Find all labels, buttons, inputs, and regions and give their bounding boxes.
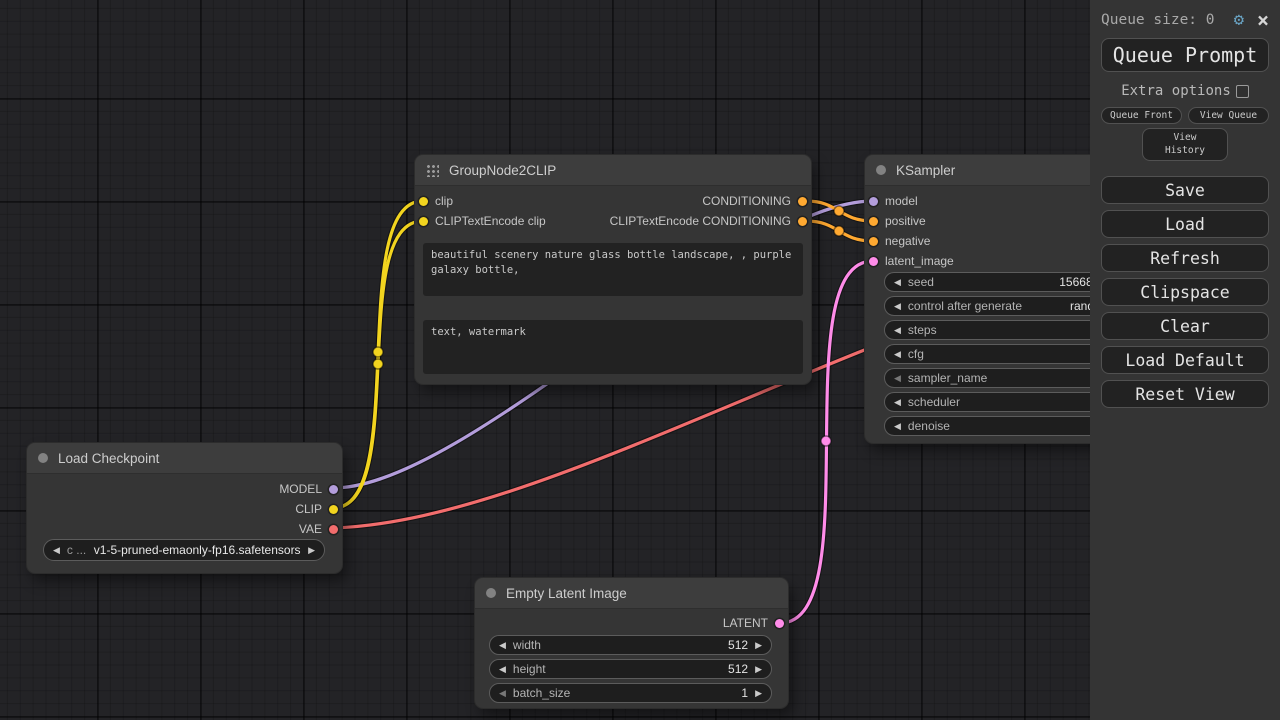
- clipspace-button[interactable]: Clipspace: [1101, 278, 1269, 306]
- node-header[interactable]: Load Checkpoint: [27, 443, 342, 474]
- port-dot-vae[interactable]: [329, 525, 338, 534]
- input-port-clip[interactable]: clip: [419, 194, 453, 208]
- settings-gear-icon[interactable]: ⚙: [1234, 10, 1244, 30]
- port-dot-model[interactable]: [869, 197, 878, 206]
- view-queue-button[interactable]: View Queue: [1188, 107, 1269, 124]
- load-button[interactable]: Load: [1101, 210, 1269, 238]
- node-groupnode2clip[interactable]: GroupNode2CLIP clip CONDITIONING CLIPTex…: [415, 155, 811, 384]
- decrement-arrow-icon[interactable]: ◀: [894, 373, 901, 384]
- height-widget[interactable]: ◀ height 512 ▶: [489, 659, 772, 679]
- decrement-arrow-icon[interactable]: ◀: [894, 277, 901, 288]
- positive-prompt-textarea[interactable]: beautiful scenery nature glass bottle la…: [423, 243, 803, 296]
- port-dot-conditioning[interactable]: [869, 237, 878, 246]
- output-port-clip[interactable]: CLIP: [295, 502, 338, 516]
- extra-options-label: Extra options: [1121, 83, 1231, 99]
- collapse-dot-icon[interactable]: [876, 165, 886, 175]
- port-dot-clip[interactable]: [419, 197, 428, 206]
- output-port-model[interactable]: MODEL: [279, 482, 338, 496]
- decrement-arrow-icon[interactable]: ◀: [499, 640, 506, 651]
- input-port-negative[interactable]: negative: [869, 234, 930, 248]
- increment-arrow-icon[interactable]: ▶: [755, 640, 762, 651]
- port-dot-model[interactable]: [329, 485, 338, 494]
- queue-prompt-button[interactable]: Queue Prompt: [1101, 38, 1269, 72]
- increment-arrow-icon[interactable]: ▶: [755, 664, 762, 675]
- port-dot-latent[interactable]: [869, 257, 878, 266]
- group-grid-icon[interactable]: [426, 164, 439, 177]
- node-title: KSampler: [896, 163, 955, 178]
- port-dot-clip[interactable]: [419, 217, 428, 226]
- port-dot-conditioning[interactable]: [869, 217, 878, 226]
- output-port-conditioning[interactable]: CONDITIONING: [702, 194, 807, 208]
- output-port-vae[interactable]: VAE: [299, 522, 338, 536]
- port-dot-conditioning[interactable]: [798, 217, 807, 226]
- decrement-arrow-icon[interactable]: ◀: [499, 664, 506, 675]
- queue-size-label: Queue size: 0: [1101, 12, 1234, 28]
- negative-prompt-textarea[interactable]: text, watermark: [423, 320, 803, 374]
- output-port-cliptextencode-conditioning[interactable]: CLIPTextEncode CONDITIONING: [610, 214, 807, 228]
- decrement-arrow-icon[interactable]: ◀: [894, 301, 901, 312]
- queue-front-button[interactable]: Queue Front: [1101, 107, 1182, 124]
- node-graph-canvas[interactable]: GroupNode2CLIP clip CONDITIONING CLIPTex…: [0, 0, 1280, 720]
- prev-option-arrow-icon[interactable]: ◀: [53, 545, 60, 556]
- decrement-arrow-icon[interactable]: ◀: [894, 325, 901, 336]
- next-option-arrow-icon[interactable]: ▶: [308, 545, 315, 556]
- node-title: Load Checkpoint: [58, 451, 159, 466]
- width-widget[interactable]: ◀ width 512 ▶: [489, 635, 772, 655]
- control-sidebar: Queue size: 0 ⚙ × Queue Prompt Extra opt…: [1090, 0, 1280, 720]
- close-icon[interactable]: ×: [1257, 10, 1269, 30]
- collapse-dot-icon[interactable]: [486, 588, 496, 598]
- collapse-dot-icon[interactable]: [38, 453, 48, 463]
- ckpt-name-widget[interactable]: ◀ c ... v1-5-pruned-emaonly-fp16.safeten…: [43, 539, 325, 561]
- reset-view-button[interactable]: Reset View: [1101, 380, 1269, 408]
- load-default-button[interactable]: Load Default: [1101, 346, 1269, 374]
- decrement-arrow-icon[interactable]: ◀: [894, 349, 901, 360]
- node-title: GroupNode2CLIP: [449, 163, 556, 178]
- save-button[interactable]: Save: [1101, 176, 1269, 204]
- input-port-cliptextencode-clip[interactable]: CLIPTextEncode clip: [419, 214, 546, 228]
- input-port-latent-image[interactable]: latent_image: [869, 254, 954, 268]
- input-port-model[interactable]: model: [869, 194, 918, 208]
- port-dot-clip[interactable]: [329, 505, 338, 514]
- input-port-positive[interactable]: positive: [869, 214, 926, 228]
- port-dot-conditioning[interactable]: [798, 197, 807, 206]
- output-port-latent[interactable]: LATENT: [723, 616, 784, 630]
- port-dot-latent[interactable]: [775, 619, 784, 628]
- node-title: Empty Latent Image: [506, 586, 627, 601]
- decrement-arrow-icon[interactable]: ◀: [894, 397, 901, 408]
- extra-options-checkbox[interactable]: [1236, 85, 1249, 98]
- decrement-arrow-icon[interactable]: ◀: [894, 421, 901, 432]
- increment-arrow-icon[interactable]: ▶: [755, 688, 762, 699]
- node-header[interactable]: GroupNode2CLIP: [415, 155, 811, 186]
- clear-button[interactable]: Clear: [1101, 312, 1269, 340]
- node-load-checkpoint[interactable]: Load Checkpoint MODEL CLIP VAE ◀ c ... v…: [27, 443, 342, 573]
- view-history-button[interactable]: View History: [1142, 128, 1228, 161]
- node-header[interactable]: Empty Latent Image: [475, 578, 788, 609]
- node-empty-latent-image[interactable]: Empty Latent Image LATENT ◀ width 512 ▶ …: [475, 578, 788, 708]
- refresh-button[interactable]: Refresh: [1101, 244, 1269, 272]
- decrement-arrow-icon[interactable]: ◀: [499, 688, 506, 699]
- batch-size-widget[interactable]: ◀ batch_size 1 ▶: [489, 683, 772, 703]
